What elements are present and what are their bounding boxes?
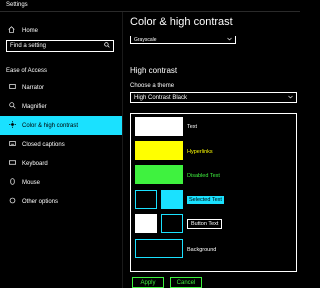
text-color-swatch[interactable] [135,117,183,136]
options-icon [8,197,16,206]
sidebar-item-label: Magnifier [22,103,47,110]
theme-preview: Text Hyperlinks Disabled Text Selected T… [130,113,297,272]
button-text-bg-swatch[interactable] [161,214,183,233]
selected-text-label: Selected Text [187,196,224,204]
home-icon [8,26,16,35]
window-title: Settings [6,2,28,8]
sidebar-item-magnifier[interactable]: Magnifier [0,97,122,116]
sidebar-item-label: Color & high contrast [22,122,79,129]
disabled-text-label: Disabled Text [187,173,220,179]
narrator-icon [8,83,16,92]
main-panel: Color & high contrast Grayscale High con… [122,12,300,288]
button-text-label: Button Text [187,219,223,229]
sidebar-item-label: Keyboard [22,160,48,167]
sidebar-item-closed-captions[interactable]: Closed captions [0,135,122,154]
cancel-button[interactable]: Cancel [170,277,202,288]
sidebar-item-color-high-contrast[interactable]: Color & high contrast [0,116,122,135]
background-color-swatch[interactable] [135,239,183,258]
captions-icon [8,140,16,149]
sidebar-item-narrator[interactable]: Narrator [0,78,122,97]
theme-dropdown[interactable]: High Contrast Black [130,92,297,103]
theme-label: Choose a theme [130,83,175,89]
section-label: Ease of Access [6,68,48,74]
keyboard-icon [8,159,16,168]
sidebar-item-label: Closed captions [22,141,65,148]
background-label: Background [187,247,217,253]
text-label: Text [187,124,198,130]
chevron-down-icon [288,95,293,101]
sidebar-item-mouse[interactable]: Mouse [0,173,122,192]
filter-value: Grayscale [134,36,157,43]
selected-text-fg-swatch[interactable] [135,190,157,209]
sidebar: Home Find a setting Ease of Access Narra… [0,12,123,288]
sidebar-item-other-options[interactable]: Other options [0,192,122,211]
apply-button[interactable]: Apply [132,277,164,288]
sidebar-item-keyboard[interactable]: Keyboard [0,154,122,173]
sidebar-item-label: Mouse [22,179,41,186]
mouse-icon [8,178,16,187]
search-icon[interactable] [104,42,110,50]
button-text-fg-swatch[interactable] [135,214,157,233]
theme-value: High Contrast Black [134,94,188,101]
magnifier-icon [8,102,16,111]
filter-dropdown[interactable]: Grayscale [130,36,236,44]
nav-list: Narrator Magnifier Color & high contrast… [0,78,122,211]
page-title: Color & high contrast [130,16,233,28]
search-placeholder: Find a setting [10,43,47,49]
home-link[interactable]: Home [8,26,38,35]
disabled-text-color-swatch[interactable] [135,165,183,184]
high-contrast-heading: High contrast [130,66,178,75]
selected-text-bg-swatch[interactable] [161,190,183,209]
sidebar-item-label: Narrator [22,84,45,91]
sidebar-item-label: Other options [22,198,59,205]
hyperlinks-label: Hyperlinks [187,149,213,155]
title-bar: Settings [0,0,300,12]
chevron-down-icon [227,37,232,43]
hyperlink-color-swatch[interactable] [135,141,183,160]
search-input[interactable]: Find a setting [6,40,114,52]
home-label: Home [22,27,39,34]
sun-icon [8,121,16,130]
